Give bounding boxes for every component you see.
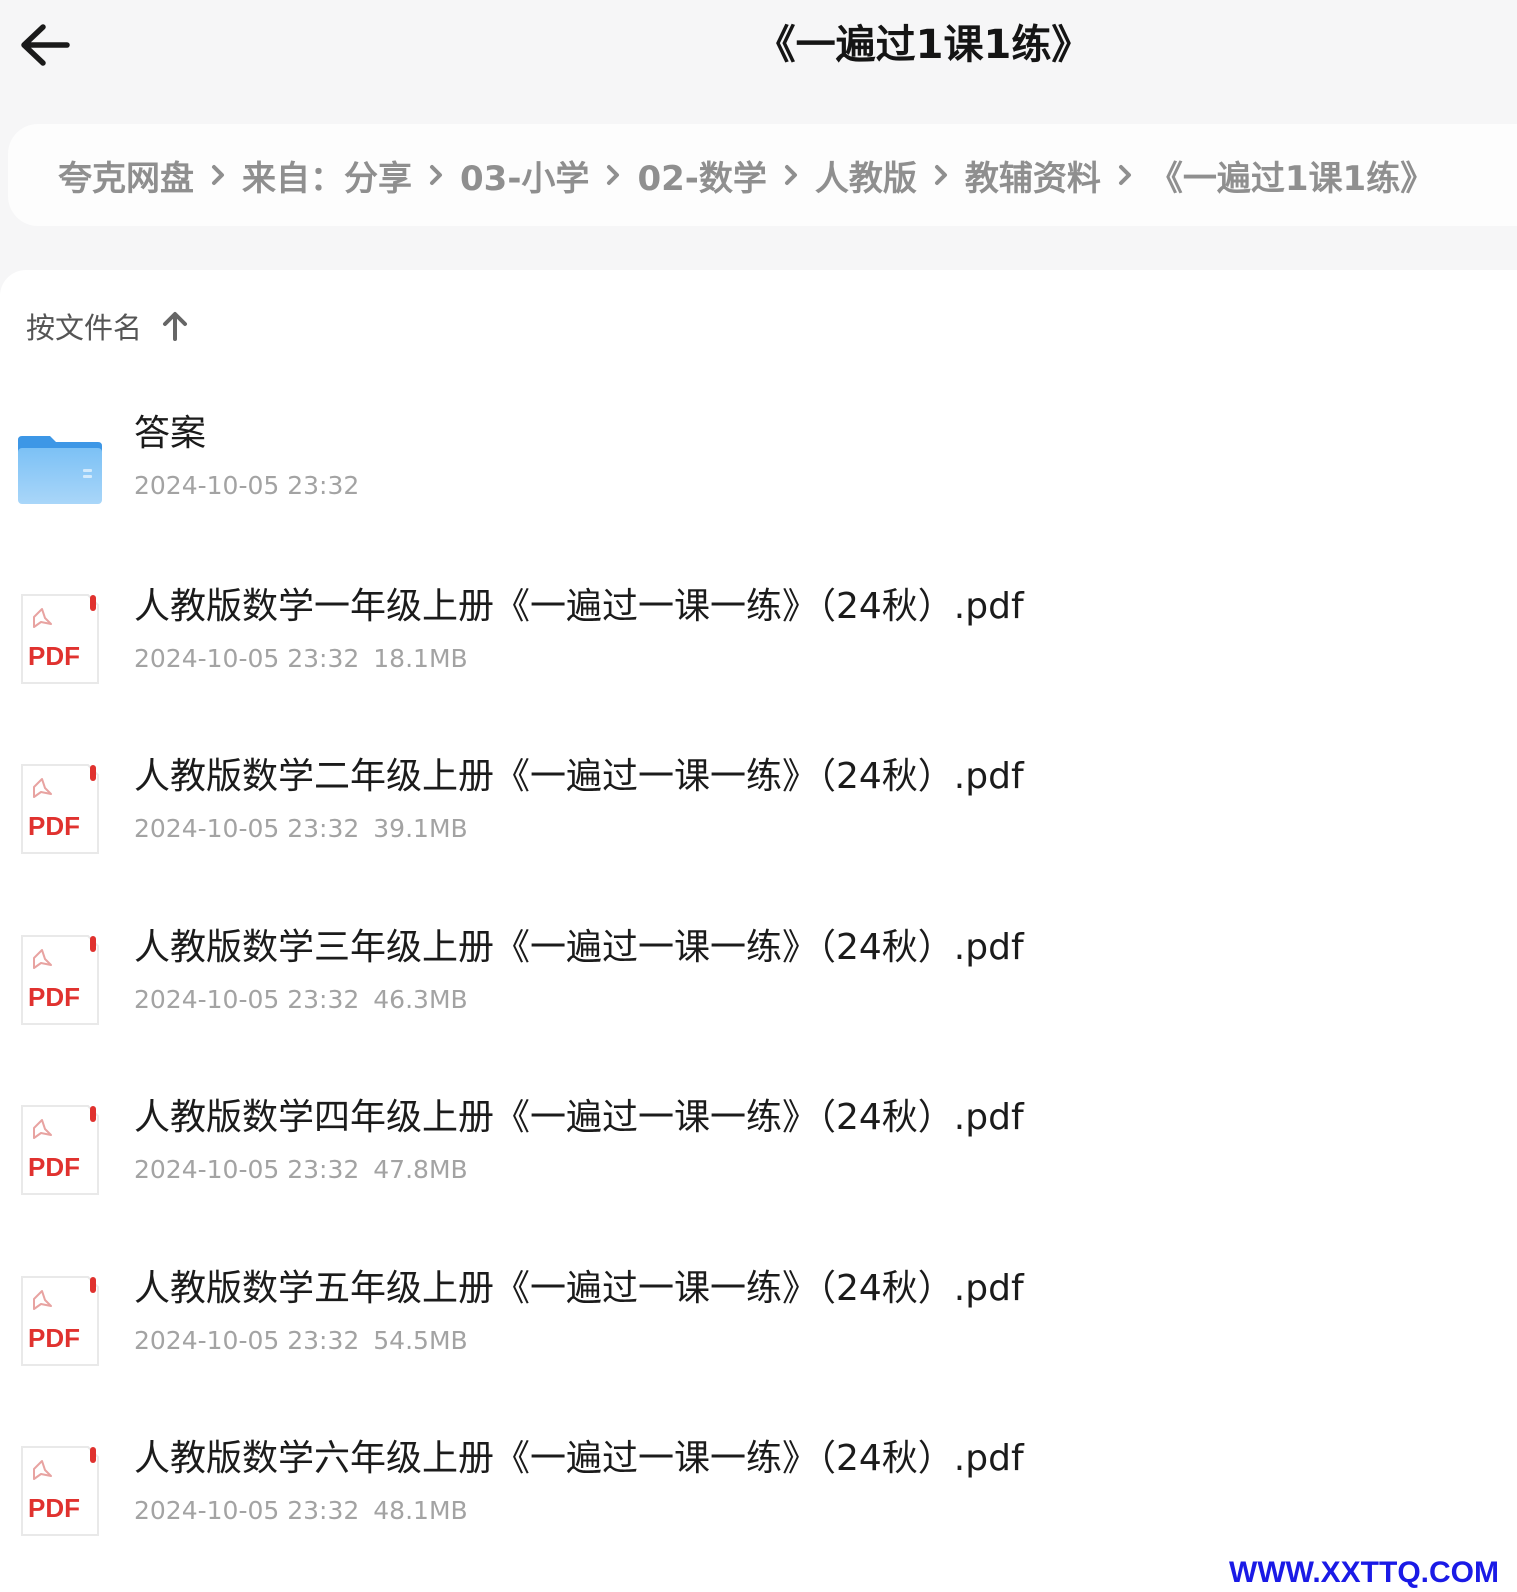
file-date: 2024-10-05 23:32 bbox=[134, 1326, 360, 1355]
page-title: 《一遍过1课1练》 bbox=[755, 22, 1092, 68]
file-meta: 2024-10-05 23:32 48.1MB bbox=[134, 1495, 468, 1527]
breadcrumb-item-teaching-materials[interactable]: 教辅资料 bbox=[965, 151, 1101, 200]
file-meta: 2024-10-05 23:32 18.1MB bbox=[134, 643, 468, 675]
file-list-panel: 按文件名 答案 2024-10-05 23:32 PDF 人教版数学一年级上册《… bbox=[0, 270, 1517, 1592]
folder-icon bbox=[14, 418, 106, 514]
breadcrumb-item-from-share[interactable]: 来自：分享 bbox=[242, 151, 412, 200]
file-row-grade-5[interactable]: PDF 人教版数学五年级上册《一遍过一课一练》（24秋）.pdf 2024-10… bbox=[0, 1245, 1517, 1395]
chevron-right-icon bbox=[194, 155, 242, 195]
pdf-badge: PDF bbox=[28, 1323, 80, 1353]
file-meta: 2024-10-05 23:32 46.3MB bbox=[134, 984, 468, 1016]
file-name: 人教版数学二年级上册《一遍过一课一练》（24秋）.pdf bbox=[134, 756, 1024, 797]
file-row-grade-6[interactable]: PDF 人教版数学六年级上册《一遍过一课一练》（24秋）.pdf 2024-10… bbox=[0, 1415, 1517, 1565]
file-row-grade-3[interactable]: PDF 人教版数学三年级上册《一遍过一课一练》（24秋）.pdf 2024-10… bbox=[0, 904, 1517, 1054]
file-size: 39.1MB bbox=[373, 814, 468, 843]
chevron-right-icon bbox=[412, 155, 460, 195]
pdf-file-icon: PDF bbox=[14, 1443, 106, 1539]
file-size: 48.1MB bbox=[373, 1496, 468, 1525]
breadcrumb: 夸克网盘 来自：分享 03-小学 02-数学 人教版 教辅资料 《一遍过1课1练… bbox=[8, 124, 1517, 226]
pdf-badge: PDF bbox=[28, 641, 80, 671]
pdf-badge: PDF bbox=[28, 811, 80, 841]
file-date: 2024-10-05 23:32 bbox=[134, 644, 360, 673]
sort-by-name-button[interactable]: 按文件名 bbox=[26, 298, 190, 354]
breadcrumb-item-math[interactable]: 02-数学 bbox=[637, 151, 766, 200]
file-row-grade-2[interactable]: PDF 人教版数学二年级上册《一遍过一课一练》（24秋）.pdf 2024-10… bbox=[0, 733, 1517, 883]
file-name: 人教版数学四年级上册《一遍过一课一练》（24秋）.pdf bbox=[134, 1097, 1024, 1138]
pdf-file-icon: PDF bbox=[14, 1102, 106, 1198]
arrow-up-icon bbox=[160, 311, 190, 341]
file-name: 人教版数学一年级上册《一遍过一课一练》（24秋）.pdf bbox=[134, 586, 1024, 627]
file-meta: 2024-10-05 23:32 54.5MB bbox=[134, 1325, 468, 1357]
file-date: 2024-10-05 23:32 bbox=[134, 814, 360, 843]
breadcrumb-item-quark-drive[interactable]: 夸克网盘 bbox=[58, 151, 194, 200]
sort-label: 按文件名 bbox=[26, 311, 143, 345]
arrow-left-icon bbox=[21, 24, 70, 66]
pdf-file-icon: PDF bbox=[14, 591, 106, 687]
site-watermark: WWW.XXTTQ.COM bbox=[1229, 1556, 1499, 1589]
chevron-right-icon bbox=[767, 155, 815, 195]
chevron-right-icon bbox=[1101, 155, 1149, 195]
breadcrumb-item-primary-school[interactable]: 03-小学 bbox=[460, 151, 589, 200]
pdf-file-icon: PDF bbox=[14, 761, 106, 857]
chevron-right-icon bbox=[917, 155, 965, 195]
file-size: 18.1MB bbox=[373, 644, 468, 673]
file-name: 人教版数学六年级上册《一遍过一课一练》（24秋）.pdf bbox=[134, 1438, 1024, 1479]
top-bar: 《一遍过1课1练》 bbox=[0, 0, 1517, 110]
file-meta: 2024-10-05 23:32 bbox=[134, 470, 359, 502]
file-date: 2024-10-05 23:32 bbox=[134, 985, 360, 1014]
pdf-badge: PDF bbox=[28, 982, 80, 1012]
breadcrumb-item-pep-edition[interactable]: 人教版 bbox=[815, 151, 917, 200]
file-name: 人教版数学三年级上册《一遍过一课一练》（24秋）.pdf bbox=[134, 927, 1024, 968]
file-date: 2024-10-05 23:32 bbox=[134, 1155, 360, 1184]
file-row-grade-1[interactable]: PDF 人教版数学一年级上册《一遍过一课一练》（24秋）.pdf 2024-10… bbox=[0, 563, 1517, 713]
folder-row-answers[interactable]: 答案 2024-10-05 23:32 bbox=[0, 390, 1517, 540]
breadcrumb-item-current-folder[interactable]: 《一遍过1课1练》 bbox=[1149, 151, 1434, 200]
file-size: 47.8MB bbox=[373, 1155, 468, 1184]
file-name: 人教版数学五年级上册《一遍过一课一练》（24秋）.pdf bbox=[134, 1268, 1024, 1309]
file-size: 54.5MB bbox=[373, 1326, 468, 1355]
file-date: 2024-10-05 23:32 bbox=[134, 1496, 360, 1525]
file-meta: 2024-10-05 23:32 39.1MB bbox=[134, 813, 468, 845]
file-meta: 2024-10-05 23:32 47.8MB bbox=[134, 1154, 468, 1186]
file-size: 46.3MB bbox=[373, 985, 468, 1014]
pdf-file-icon: PDF bbox=[14, 1273, 106, 1369]
pdf-file-icon: PDF bbox=[14, 932, 106, 1028]
pdf-badge: PDF bbox=[28, 1152, 80, 1182]
pdf-badge: PDF bbox=[28, 1493, 80, 1523]
file-name: 答案 bbox=[134, 413, 207, 454]
back-button[interactable] bbox=[14, 15, 74, 75]
chevron-right-icon bbox=[589, 155, 637, 195]
file-row-grade-4[interactable]: PDF 人教版数学四年级上册《一遍过一课一练》（24秋）.pdf 2024-10… bbox=[0, 1074, 1517, 1224]
file-date: 2024-10-05 23:32 bbox=[134, 471, 360, 500]
